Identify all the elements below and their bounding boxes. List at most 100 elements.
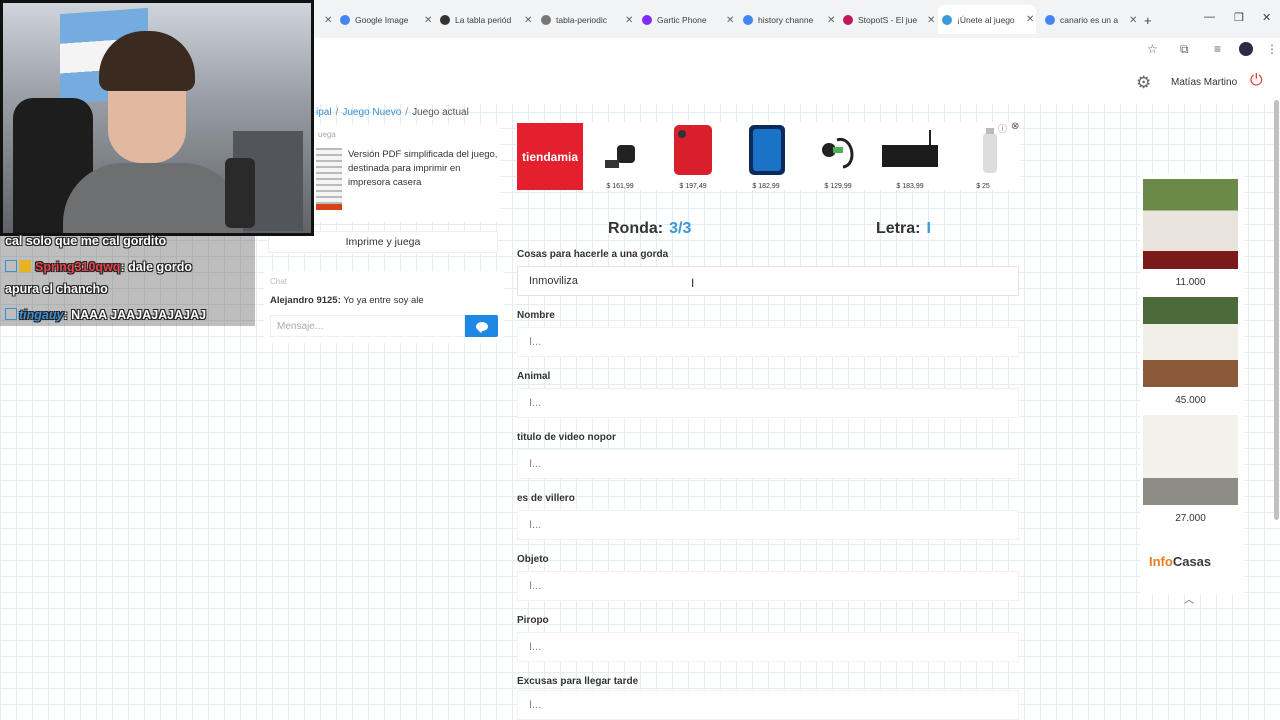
close-icon[interactable]: ✕ — [1129, 15, 1137, 26]
maximize-icon[interactable]: ❐ — [1234, 11, 1244, 24]
category-label: Objeto — [517, 554, 549, 565]
ad-product[interactable]: $ 183,99 — [880, 125, 940, 190]
tab-stopots[interactable]: StopotS - El jue ✕ — [839, 9, 935, 31]
tab-gartic-phone[interactable]: Gartic Phone ✕ — [638, 9, 734, 31]
tab-wikipedia[interactable]: tabla-periodic ✕ — [537, 9, 633, 31]
house-image[interactable] — [1143, 297, 1238, 387]
category-input[interactable] — [517, 571, 1019, 601]
house-price: 11.000 — [1175, 277, 1206, 288]
page-scrollbar[interactable] — [1274, 100, 1279, 520]
chat-bubble-icon — [475, 321, 488, 333]
media-icon[interactable]: ≡ — [1214, 42, 1221, 56]
house-price: 27.000 — [1175, 513, 1206, 524]
chat-title: Chat — [270, 277, 287, 286]
chat-send-button[interactable] — [465, 315, 498, 337]
category-label: Piropo — [517, 615, 549, 626]
close-icon[interactable]: ✕ — [625, 15, 633, 26]
breadcrumb-juego-actual: Juego actual — [412, 107, 469, 118]
google-icon — [743, 15, 753, 25]
phone-product-icon — [749, 125, 785, 175]
text-cursor-icon: I — [691, 276, 695, 290]
stopots-icon — [843, 15, 853, 25]
ad-close-icon[interactable]: ⊗ — [1011, 121, 1019, 132]
house-price: 45.000 — [1175, 395, 1206, 406]
category-label: titulo de video nopor — [517, 432, 616, 443]
username[interactable]: Matías Martino — [1171, 77, 1237, 88]
tab-history-channel[interactable]: history channe ✕ — [739, 9, 835, 31]
site-icon — [440, 15, 450, 25]
breadcrumb-home[interactable]: ipal — [316, 107, 332, 118]
google-icon — [1045, 15, 1055, 25]
phone-product-icon — [674, 125, 712, 175]
gear-icon[interactable]: ⚙ — [1136, 73, 1151, 93]
minimize-icon[interactable]: — — [1204, 11, 1215, 23]
category-label: Nombre — [517, 310, 555, 321]
tab-google-image[interactable]: Google Image ✕ — [336, 9, 432, 31]
category-input[interactable] — [517, 449, 1019, 479]
chat-message: Alejandro 9125: Yo ya entre soy ale — [270, 295, 424, 306]
ad-product[interactable]: $ 197,49 — [663, 125, 723, 190]
tab-tabla-periodica[interactable]: La tabla periód ✕ — [436, 9, 532, 31]
star-icon[interactable]: ☆ — [1147, 42, 1158, 56]
house-image[interactable] — [1143, 179, 1238, 269]
close-icon[interactable]: ✕ — [827, 15, 835, 26]
stream-chat-line: tingauy: NAAA JAAJAJAJAJAJ — [5, 308, 206, 322]
amplifier-product-icon — [882, 130, 938, 167]
print-description: Versión PDF simplificada del juego, dest… — [348, 149, 498, 188]
round-value: 3/3 — [669, 220, 692, 237]
category-input[interactable] — [517, 327, 1019, 357]
breadcrumb: ipal / Juego Nuevo / Juego actual — [316, 107, 469, 118]
category-label: Cosas para hacerle a una gorda — [517, 249, 669, 260]
infocasas-logo[interactable]: InfoCasas — [1149, 554, 1211, 569]
category-input[interactable] — [517, 510, 1019, 540]
badge-icon — [19, 260, 31, 272]
tab-canario[interactable]: canario es un a ✕ — [1041, 9, 1137, 31]
extensions-icon[interactable]: ⧉ — [1180, 42, 1189, 57]
close-icon[interactable]: ✕ — [927, 15, 935, 26]
chat-message-input[interactable] — [270, 315, 465, 337]
chat-message-user: Alejandro 9125: — [270, 295, 341, 306]
category-label: Animal — [517, 371, 551, 382]
tab-unete-al-juego[interactable]: ¡Únete al juego ✕ — [938, 5, 1036, 34]
category-input[interactable] — [517, 266, 1019, 296]
profile-avatar[interactable] — [1239, 42, 1253, 56]
stream-chat-line: cal solo que me cal gordito — [5, 234, 167, 248]
webcam-overlay — [0, 0, 314, 236]
house-image[interactable] — [1143, 415, 1238, 505]
ad-product[interactable]: $ 161,99 — [590, 125, 650, 190]
power-icon[interactable]: ⏻ — [1250, 72, 1263, 90]
tiendamia-logo[interactable]: tiendamia — [517, 123, 583, 190]
close-icon[interactable]: ✕ — [424, 15, 432, 26]
close-window-icon[interactable]: ✕ — [1262, 11, 1271, 24]
close-icon[interactable]: ✕ — [1026, 14, 1034, 25]
new-tab-button[interactable]: + — [1140, 9, 1152, 31]
ad-info-icon[interactable]: ⓘ — [998, 122, 1007, 135]
microphone — [225, 158, 255, 228]
category-label: es de villero — [517, 493, 575, 504]
category-input[interactable] — [517, 632, 1019, 662]
gartic-icon — [642, 15, 652, 25]
ad-product[interactable]: $ 182,99 — [736, 125, 796, 190]
category-label: Excusas para llegar tarde — [517, 676, 639, 687]
category-input[interactable] — [517, 690, 1019, 720]
badge-icon — [5, 260, 17, 272]
breadcrumb-juego-nuevo[interactable]: Juego Nuevo — [342, 107, 401, 118]
chat-message-text: Yo ya entre soy ale — [340, 295, 424, 306]
stream-chat-line: Spring310qwq: dale gordo — [5, 260, 192, 274]
wikipedia-icon — [541, 15, 551, 25]
cable-product-icon — [822, 138, 854, 169]
category-input[interactable] — [517, 388, 1019, 418]
menu-icon[interactable]: ⋮ — [1266, 42, 1278, 56]
stream-chat-line: apura el chancho — [5, 282, 108, 296]
streamer-body — [63, 163, 243, 233]
headset-product-icon — [605, 145, 635, 168]
letter-value: I — [926, 220, 931, 237]
close-icon[interactable]: ✕ — [524, 15, 532, 26]
pdf-thumbnail — [316, 148, 342, 210]
close-icon[interactable]: ✕ — [726, 15, 734, 26]
chevron-up-icon[interactable]: ︿ — [1184, 591, 1194, 606]
globe-icon — [942, 14, 952, 25]
ad-product[interactable]: $ 129,99 — [808, 125, 868, 190]
tab-close-partial[interactable]: ✕ — [316, 9, 332, 31]
badge-icon — [5, 308, 17, 320]
